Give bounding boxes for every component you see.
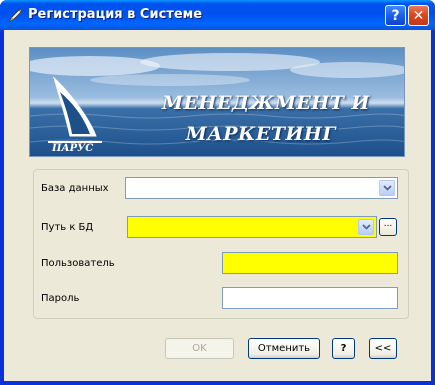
pen-icon <box>7 6 25 24</box>
ok-button[interactable]: OK <box>165 338 234 359</box>
user-label: Пользователь <box>41 258 115 269</box>
close-icon: ✕ <box>412 7 425 24</box>
close-button[interactable]: ✕ <box>408 5 429 26</box>
help-icon: ? <box>391 7 400 24</box>
help-title-button[interactable]: ? <box>385 5 406 26</box>
database-select[interactable] <box>125 177 398 199</box>
window-title: Регистрация в Системе <box>28 7 203 22</box>
login-dialog: Регистрация в Системе ? ✕ ПАРУС МЕНЕДЖМЕ… <box>0 0 435 385</box>
user-input[interactable] <box>222 252 398 274</box>
title-bar[interactable]: Регистрация в Системе ? ✕ <box>0 0 435 30</box>
svg-text:ПАРУС: ПАРУС <box>51 143 93 154</box>
chevron-down-icon <box>361 224 371 230</box>
db-path-select[interactable] <box>127 216 377 238</box>
password-input[interactable] <box>222 287 398 309</box>
collapse-button[interactable]: << <box>369 338 397 359</box>
brand-banner: ПАРУС МЕНЕДЖМЕНТ И МАРКЕТИНГ <box>29 47 405 157</box>
chevron-down-icon <box>382 185 392 191</box>
database-dropdown-button[interactable] <box>379 180 395 196</box>
browse-button[interactable]: ... <box>379 218 397 236</box>
password-label: Пароль <box>41 293 80 304</box>
cancel-button[interactable]: Отменить <box>248 338 320 359</box>
banner-title-line1: МЕНЕДЖМЕНТ И <box>162 92 370 114</box>
banner-title-line2: МАРКЕТИНГ <box>185 123 336 145</box>
db-path-label: Путь к БД <box>41 222 94 233</box>
database-label: База данных <box>41 183 109 194</box>
help-button[interactable]: ? <box>332 338 355 359</box>
db-path-dropdown-button[interactable] <box>358 219 374 235</box>
